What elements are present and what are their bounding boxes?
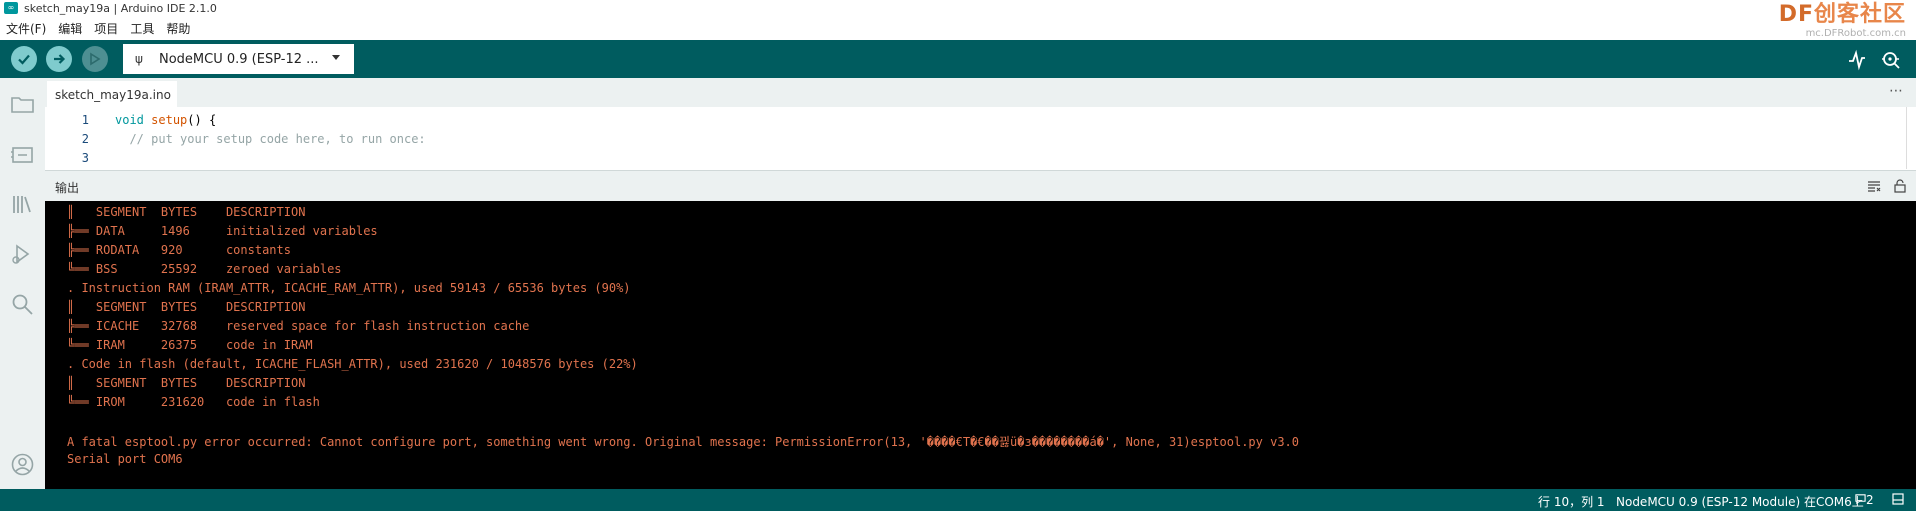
toggle-panel-button[interactable] xyxy=(1892,493,1904,508)
status-bar: 行 10，列 1 NodeMCU 0.9 (ESP-12 Module) 在CO… xyxy=(0,489,1916,511)
code-line: 1 void setup() { xyxy=(45,113,1845,131)
menu-file[interactable]: 文件(F) xyxy=(0,20,52,37)
board-selector-label: NodeMCU 0.9 (ESP-12 ... xyxy=(159,51,319,67)
debug-button[interactable] xyxy=(82,46,108,72)
watermark-logo: DF创客社区 xyxy=(1778,2,1906,27)
console-line: . Instruction RAM (IRAM_ATTR, ICACHE_RAM… xyxy=(67,281,631,295)
dfrobot-watermark: DF创客社区 mc.DFRobot.com.cn xyxy=(1779,2,1906,40)
console-line: ║ SEGMENT BYTES DESCRIPTION xyxy=(67,300,306,314)
code-line: 3 xyxy=(45,151,1845,169)
menu-help[interactable]: 帮助 xyxy=(160,20,196,37)
debug-play-icon xyxy=(90,52,101,66)
line-number: 3 xyxy=(81,151,89,165)
serial-plotter-icon xyxy=(1849,49,1865,71)
line-number: 1 xyxy=(81,113,89,127)
debug-icon xyxy=(12,244,30,264)
menu-edit[interactable]: 编辑 xyxy=(52,20,88,37)
chevron-down-icon xyxy=(332,55,340,60)
console-line: Serial port COM6 xyxy=(67,452,183,466)
console-line: ╠══ RODATA 920 constants xyxy=(67,243,291,257)
window-title: sketch_may19a | Arduino IDE 2.1.0 xyxy=(24,1,217,15)
verify-button[interactable] xyxy=(11,46,37,72)
more-options-icon[interactable]: ⋯ xyxy=(1889,83,1904,99)
folder-icon xyxy=(11,97,34,113)
serial-monitor-button[interactable] xyxy=(1880,49,1902,71)
board-selector[interactable]: ψ NodeMCU 0.9 (ESP-12 ... xyxy=(123,44,354,74)
debug-panel-button[interactable] xyxy=(10,242,35,267)
serial-plotter-button[interactable] xyxy=(1846,49,1868,71)
tab-sketch-file[interactable]: sketch_may19a.ino xyxy=(47,81,177,107)
console-line: ╚══ IRAM 26375 code in IRAM xyxy=(67,338,313,352)
notifications-button[interactable]: 2 xyxy=(1855,493,1874,507)
arduino-logo-icon: ∞ xyxy=(4,2,18,14)
line-number: 2 xyxy=(81,132,89,146)
console-line: ╚══ BSS 25592 zeroed variables xyxy=(67,262,342,276)
search-button[interactable] xyxy=(10,292,35,317)
activity-sidebar xyxy=(0,78,45,489)
notification-icon xyxy=(1855,494,1866,505)
checkmark-icon xyxy=(18,54,30,65)
console-line: ╚══ IROM 231620 code in flash xyxy=(67,395,320,409)
menu-tools[interactable]: 工具 xyxy=(124,20,160,37)
console-line: ╠══ DATA 1496 initialized variables xyxy=(67,224,378,238)
output-title: 输出 xyxy=(55,181,80,195)
console-line: ╠══ ICACHE 32768 reserved space for flas… xyxy=(67,319,530,333)
serial-monitor-icon xyxy=(1882,52,1900,69)
code-text: void setup() { xyxy=(115,113,217,127)
arrow-right-icon xyxy=(54,54,66,64)
code-line: 2 // put your setup code here, to run on… xyxy=(45,132,1845,150)
arduino-ide-window: ∞ sketch_may19a | Arduino IDE 2.1.0 DF创客… xyxy=(0,0,1916,511)
output-actions xyxy=(1866,178,1908,194)
console-error-line: A fatal esptool.py error occurred: Canno… xyxy=(67,435,1299,449)
editor-tab-strip: sketch_may19a.ino ⋯ xyxy=(45,78,1916,107)
panel-icon xyxy=(1892,493,1904,505)
tab-label: sketch_may19a.ino xyxy=(55,88,171,102)
output-panel-header: 输出 xyxy=(45,170,1916,201)
lock-icon xyxy=(1894,179,1906,193)
code-editor[interactable]: 1 void setup() { 2 // put your setup cod… xyxy=(45,107,1916,169)
clear-list-icon xyxy=(1868,181,1881,192)
toolbar: ψ NodeMCU 0.9 (ESP-12 ... xyxy=(0,40,1916,78)
library-manager-button[interactable] xyxy=(10,192,35,217)
search-icon xyxy=(12,294,33,315)
board-icon xyxy=(11,147,33,163)
notification-count: 2 xyxy=(1866,493,1874,507)
upload-button[interactable] xyxy=(46,46,72,72)
console-line: ║ SEGMENT BYTES DESCRIPTION xyxy=(67,376,306,390)
cursor-position[interactable]: 行 10，列 1 xyxy=(1538,493,1605,510)
status-board[interactable]: NodeMCU 0.9 (ESP-12 Module) 在COM6上 xyxy=(1616,493,1864,510)
title-bar: ∞ sketch_may19a | Arduino IDE 2.1.0 xyxy=(0,0,1916,16)
menu-bar: 文件(F) 编辑 项目 工具 帮助 xyxy=(0,19,196,37)
console-line: . Code in flash (default, ICACHE_FLASH_A… xyxy=(67,357,638,371)
user-icon xyxy=(11,453,34,476)
clear-output-button[interactable] xyxy=(1866,178,1882,194)
boards-manager-button[interactable] xyxy=(10,142,35,167)
watermark-url: mc.DFRobot.com.cn xyxy=(1805,28,1906,39)
library-icon xyxy=(13,196,31,213)
sketchbook-button[interactable] xyxy=(10,92,35,117)
editor-scrollbar[interactable] xyxy=(1906,107,1916,169)
lock-scroll-button[interactable] xyxy=(1892,178,1908,194)
usb-icon: ψ xyxy=(135,52,143,66)
menu-sketch[interactable]: 项目 xyxy=(88,20,124,37)
output-console[interactable]: ║ SEGMENT BYTES DESCRIPTION ╠══ DATA 149… xyxy=(45,201,1916,489)
account-button[interactable] xyxy=(10,452,35,477)
console-line: ║ SEGMENT BYTES DESCRIPTION xyxy=(67,205,306,219)
code-comment: // put your setup code here, to run once… xyxy=(115,132,426,146)
